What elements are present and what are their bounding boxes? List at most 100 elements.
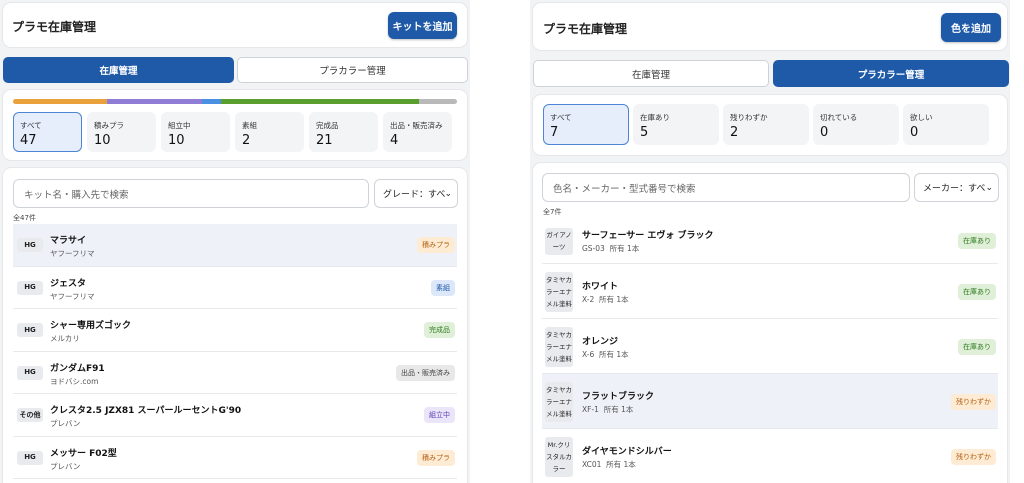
stat-filter-5[interactable]: 出品・販売済み 4 bbox=[383, 112, 452, 152]
color-search-input[interactable]: 色名・メーカー・型式番号で検索 bbox=[542, 173, 910, 202]
kit-name: マラサイ bbox=[50, 236, 87, 246]
color-code: X-2 bbox=[582, 294, 595, 304]
kit-search-input[interactable]: キット名・購入先で検索 bbox=[13, 179, 369, 208]
result-count: 全7件 bbox=[543, 208, 562, 216]
stat-value: 0 bbox=[910, 125, 919, 140]
tab-paint-colors[interactable]: プラカラー管理 bbox=[773, 60, 1009, 87]
kit-shop: ヤフーフリマ bbox=[50, 249, 95, 258]
stat-value: 10 bbox=[94, 133, 111, 148]
add-kit-button[interactable]: キットを追加 bbox=[388, 12, 457, 39]
tab-paint-colors[interactable]: プラカラー管理 bbox=[237, 57, 468, 83]
tab-inventory[interactable]: 在庫管理 bbox=[3, 57, 234, 83]
status-badge: 残りわずか bbox=[951, 448, 996, 465]
status-badge: 積みプラ bbox=[417, 449, 455, 466]
add-color-button[interactable]: 色を追加 bbox=[941, 13, 1001, 42]
color-code: GS-03 bbox=[582, 244, 605, 253]
chevron-down-icon: ⌄ bbox=[985, 182, 993, 193]
color-name: オレンジ bbox=[582, 336, 619, 347]
status-badge: 出品・販売済み bbox=[396, 364, 455, 381]
stat-filter-2[interactable]: 残りわずか 2 bbox=[723, 104, 809, 145]
owned-count: 所有 1本 bbox=[599, 349, 629, 359]
progress-segment bbox=[201, 99, 221, 104]
list-item[interactable]: タミヤカラーエナメル塗料 フラットブラック XF-1 所有 1本 残りわずか bbox=[542, 374, 998, 429]
status-badge: 完成品 bbox=[424, 322, 455, 338]
stat-filter-4[interactable]: 欲しい 0 bbox=[903, 104, 989, 145]
status-badge: 素組 bbox=[431, 279, 455, 296]
list-item[interactable]: HG ガンダムF91 ヨドバシ.com 出品・販売済み bbox=[13, 352, 457, 394]
owned-count: 所有 1本 bbox=[606, 459, 636, 469]
maker-badge: タミヤカラーエナメル塗料 bbox=[545, 326, 573, 367]
stat-value: 21 bbox=[316, 133, 333, 148]
stat-value: 2 bbox=[242, 133, 251, 148]
stat-label: 切れている bbox=[820, 113, 858, 122]
stat-label: 在庫あり bbox=[640, 113, 670, 122]
color-name: ダイヤモンドシルバー bbox=[582, 446, 672, 457]
color-list-card: 色名・メーカー・型式番号で検索 メーカー：すべ ⌄ 全7件 ガイアノーツ サーフェ… bbox=[533, 163, 1007, 483]
stat-filter-4[interactable]: 完成品 21 bbox=[309, 112, 378, 152]
color-code: XC01 bbox=[582, 459, 602, 469]
maker-badge: ガイアノーツ bbox=[545, 227, 573, 255]
grade-filter-select[interactable]: グレード：すべ ⌄ bbox=[374, 179, 458, 208]
color-code-line: XC01 所有 1本 bbox=[582, 459, 636, 470]
stat-label: 残りわずか bbox=[730, 113, 768, 122]
status-badge: 積みプラ bbox=[417, 237, 455, 253]
app-title: プラモ在庫管理 bbox=[543, 22, 628, 36]
kit-shop: メルカリ bbox=[50, 334, 80, 343]
maker-badge: Mr.クリスタルカラー bbox=[545, 436, 573, 477]
status-badge: 組立中 bbox=[424, 407, 455, 423]
list-item[interactable]: ガイアノーツ サーフェーサー エヴォ ブラック GS-03 所有 1本 在庫あり bbox=[542, 218, 998, 264]
list-item[interactable]: HG メッサー F02型 プレバン 積みプラ bbox=[13, 437, 457, 479]
result-count: 全47件 bbox=[13, 214, 36, 222]
stat-filter-3[interactable]: 素組 2 bbox=[235, 112, 304, 152]
status-badge: 在庫あり bbox=[958, 338, 996, 355]
stat-filter-2[interactable]: 組立中 10 bbox=[161, 112, 230, 152]
stat-filter-3[interactable]: 切れている 0 bbox=[813, 104, 899, 145]
list-item[interactable]: HG マラサイヤフーフリマ 積みプラ bbox=[13, 224, 457, 267]
stat-filter-1[interactable]: 積みプラ 10 bbox=[87, 112, 156, 152]
owned-count: 所有 1本 bbox=[609, 244, 640, 253]
grade-badge: HG bbox=[17, 238, 43, 252]
kit-shop: ヨドバシ.com bbox=[50, 376, 99, 386]
list-item[interactable]: タミヤカラーエナメル塗料 オレンジ X-6 所有 1本 在庫あり bbox=[542, 319, 998, 374]
stat-label: 出品・販売済み bbox=[390, 121, 443, 130]
stat-label: 積みプラ bbox=[94, 121, 124, 130]
stat-filter-1[interactable]: 在庫あり 5 bbox=[633, 104, 719, 145]
paint-inventory-screen: プラモ在庫管理 色を追加 在庫管理 プラカラー管理 すべて 7 在庫あり 5 残りわずか… bbox=[530, 0, 1010, 483]
kit-list-card: キット名・購入先で検索 グレード：すべ ⌄ 全47件 HG マラサイ ヤフーフリマ積… bbox=[3, 168, 467, 483]
kit-name: メッサー F02型 bbox=[50, 448, 117, 459]
maker-filter-select[interactable]: メーカー：すべ ⌄ bbox=[914, 173, 999, 202]
list-item[interactable]: HG シャー専用ズゴック メルカリ 完成品 bbox=[13, 309, 457, 352]
stat-value: 5 bbox=[640, 125, 649, 140]
app-header: プラモ在庫管理 キットを追加 bbox=[3, 3, 467, 47]
maker-badge: タミヤカラーエナメル塗料 bbox=[545, 381, 573, 422]
grade-badge: HG bbox=[17, 450, 43, 465]
status-badge: 残りわずか bbox=[951, 393, 996, 410]
list-item[interactable]: タミヤカラーエナメル塗料 ホワイト X-2 所有 1本 在庫あり bbox=[542, 264, 998, 319]
list-item[interactable]: その他 クレスタ2.5 JZX81 スーパールーセントG'90 プレバン 組立中 bbox=[13, 394, 457, 437]
grade-filter-value: グレード：すべ bbox=[383, 190, 446, 200]
stat-value: 10 bbox=[168, 133, 185, 148]
tab-inventory[interactable]: 在庫管理 bbox=[533, 60, 769, 87]
list-item[interactable]: Mr.クリスタルカラー ダイヤモンドシルバー XC01 所有 1本 残りわずか bbox=[542, 429, 998, 483]
stat-value: 47 bbox=[20, 133, 37, 148]
color-name: フラットブラック bbox=[582, 391, 655, 402]
stat-filter-0[interactable]: すべて 7 bbox=[543, 104, 629, 145]
stat-value: 2 bbox=[730, 125, 739, 140]
color-code-line: X-6 所有 1本 bbox=[582, 349, 629, 360]
progress-segment bbox=[13, 99, 108, 104]
stat-filter-0[interactable]: すべて 47 bbox=[13, 112, 82, 152]
stat-value: 7 bbox=[550, 125, 559, 140]
stats-card: すべて 7 在庫あり 5 残りわずか 2 切れている 0 欲しい 0 bbox=[533, 95, 1007, 155]
kit-name: ジェスタ bbox=[50, 278, 87, 289]
stat-label: 素組 bbox=[242, 121, 257, 130]
owned-count: 所有 1本 bbox=[599, 294, 629, 304]
grade-badge: HG bbox=[17, 280, 43, 295]
grade-badge: HG bbox=[17, 323, 43, 337]
stat-label: 欲しい bbox=[910, 113, 933, 122]
color-code: XF-1 bbox=[582, 404, 599, 414]
stats-card: すべて 47 積みプラ 10 組立中 10 素組 2 完成品 21 出品・販売済み 4 bbox=[3, 90, 467, 160]
maker-filter-value: メーカー：すべ bbox=[923, 184, 986, 194]
progress-segment bbox=[419, 99, 457, 104]
color-code-line: X-2 所有 1本 bbox=[582, 294, 629, 305]
list-item[interactable]: HG ジェスタ ヤフーフリマ 素組 bbox=[13, 267, 457, 309]
